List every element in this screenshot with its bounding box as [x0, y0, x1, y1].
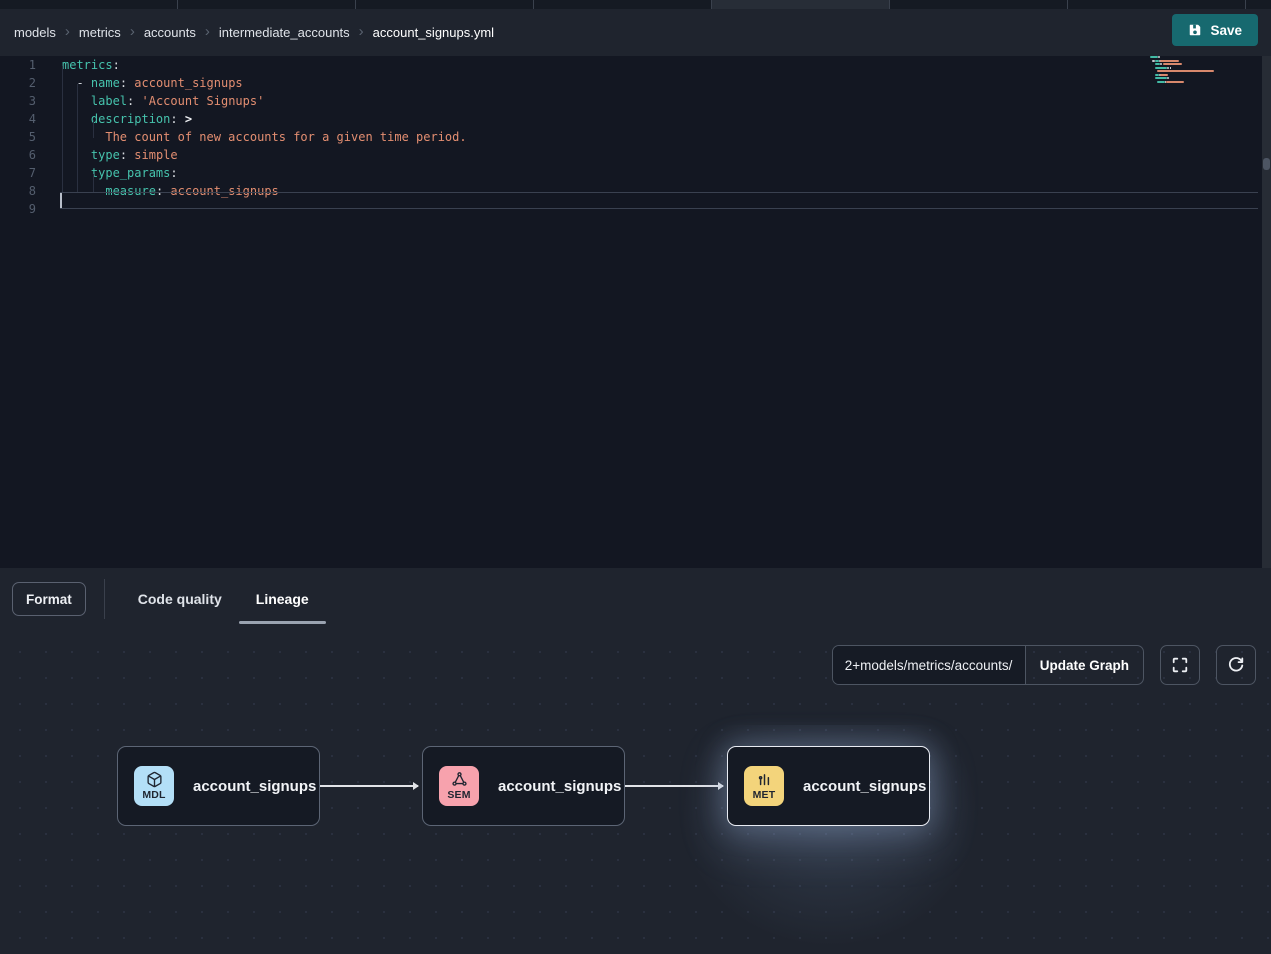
file-tab-7[interactable] — [1246, 0, 1271, 9]
file-tab-5[interactable] — [890, 0, 1068, 9]
badge-label: SEM — [447, 789, 470, 801]
lineage-node-sem[interactable]: SEM account_signups — [422, 746, 625, 826]
node-title: account_signups — [803, 778, 926, 795]
code-editor[interactable]: 1metrics:2 - name: account_signups3 labe… — [0, 56, 1271, 568]
line-number: 5 — [0, 128, 36, 146]
model-selector-input[interactable] — [833, 646, 1025, 684]
lineage-node-mdl[interactable]: MDL account_signups — [117, 746, 320, 826]
chevron-right-icon: › — [130, 24, 135, 39]
code-text: description: > — [62, 110, 192, 128]
lineage-edge — [625, 785, 723, 787]
file-tabstrip — [0, 0, 1271, 9]
code-text: type_params: — [62, 164, 178, 182]
panel-tabs: Code qualityLineage — [121, 568, 326, 630]
save-button-label: Save — [1210, 23, 1242, 38]
editor-scrollbar[interactable] — [1262, 56, 1271, 568]
code-text: label: 'Account Signups' — [62, 92, 264, 110]
code-line-1[interactable]: 1 metrics: — [0, 56, 1271, 74]
format-button[interactable]: Format — [12, 582, 86, 616]
chevron-right-icon: › — [359, 24, 364, 39]
lineage-controls: Update Graph — [832, 645, 1256, 685]
text-cursor — [60, 193, 62, 208]
code-line-7[interactable]: 7 type_params: — [0, 164, 1271, 182]
lineage-edge — [320, 785, 418, 787]
code-text: type: simple — [62, 146, 178, 164]
save-button[interactable]: Save — [1172, 14, 1258, 46]
fullscreen-icon — [1171, 656, 1189, 674]
semantic-graph-icon — [451, 771, 468, 788]
breadcrumb-item-account_signups.yml[interactable]: account_signups.yml — [373, 25, 494, 40]
code-text: metrics: — [62, 56, 120, 74]
fullscreen-button[interactable] — [1160, 645, 1200, 685]
code-line-4[interactable]: 4 description: > — [0, 110, 1271, 128]
breadcrumb-item-intermediate_accounts[interactable]: intermediate_accounts — [219, 25, 350, 40]
line-number: 6 — [0, 146, 36, 164]
selector-group: Update Graph — [832, 645, 1144, 685]
line-number: 7 — [0, 164, 36, 182]
breadcrumb-item-accounts[interactable]: accounts — [144, 25, 196, 40]
code-line-3[interactable]: 3 label: 'Account Signups' — [0, 92, 1271, 110]
file-tab-3[interactable] — [534, 0, 712, 9]
indent-guide — [93, 120, 94, 138]
badge-label: MET — [753, 789, 776, 801]
header-divider — [104, 579, 105, 619]
code-line-6[interactable]: 6 type: simple — [0, 146, 1271, 164]
update-graph-button[interactable]: Update Graph — [1025, 646, 1143, 684]
chevron-right-icon: › — [205, 24, 210, 39]
line-number: 3 — [0, 92, 36, 110]
ide-window: models › metrics › accounts › intermediate_acc… — [0, 0, 1271, 954]
file-tab-4[interactable] — [712, 0, 890, 9]
chevron-right-icon: › — [65, 24, 70, 39]
file-tab-1[interactable] — [178, 0, 356, 9]
line-number: 4 — [0, 110, 36, 128]
line-number: 8 — [0, 182, 36, 200]
code-text: The count of new accounts for a given ti… — [62, 128, 467, 146]
code-text: - name: account_signups — [62, 74, 243, 92]
scrollbar-thumb[interactable] — [1263, 158, 1270, 170]
panel-header: Format Code qualityLineage — [0, 568, 1271, 630]
node-title: account_signups — [193, 778, 316, 795]
minimap-line — [1150, 84, 1214, 88]
lineage-canvas[interactable]: Update Graph — [0, 630, 1271, 954]
floppy-disk-icon — [1188, 23, 1202, 37]
refresh-button[interactable] — [1216, 645, 1256, 685]
badge-label: MDL — [142, 789, 165, 801]
tab-lineage[interactable]: Lineage — [239, 568, 326, 630]
indent-guide — [62, 66, 63, 192]
sem-badge: SEM — [439, 766, 479, 806]
code-line-5[interactable]: 5 The count of new accounts for a given … — [0, 128, 1271, 146]
indent-guide — [93, 174, 94, 192]
line-number: 9 — [0, 200, 36, 218]
node-title: account_signups — [498, 778, 621, 795]
lineage-node-met[interactable]: MET account_signups — [727, 746, 930, 826]
breadcrumb-item-metrics[interactable]: metrics — [79, 25, 121, 40]
active-line-highlight — [60, 192, 1258, 209]
line-number: 1 — [0, 56, 36, 74]
line-number: 2 — [0, 74, 36, 92]
code-line-2[interactable]: 2 - name: account_signups — [0, 74, 1271, 92]
mdl-badge: MDL — [134, 766, 174, 806]
file-tab-2[interactable] — [356, 0, 534, 9]
tab-code-quality[interactable]: Code quality — [121, 568, 239, 630]
breadcrumb-item-models[interactable]: models — [14, 25, 56, 40]
indent-guide — [77, 84, 78, 192]
minimap[interactable] — [1150, 56, 1214, 88]
model-cube-icon — [146, 771, 163, 788]
bottom-panel: Format Code qualityLineage Update Graph — [0, 568, 1271, 954]
metric-bar-chart-icon — [756, 771, 773, 788]
met-badge: MET — [744, 766, 784, 806]
breadcrumb: models › metrics › accounts › intermediate_acc… — [14, 25, 494, 40]
file-tab-0[interactable] — [0, 0, 178, 9]
refresh-icon — [1227, 656, 1245, 674]
breadcrumb-bar: models › metrics › accounts › intermediate_acc… — [0, 9, 1271, 56]
file-tab-6[interactable] — [1068, 0, 1246, 9]
